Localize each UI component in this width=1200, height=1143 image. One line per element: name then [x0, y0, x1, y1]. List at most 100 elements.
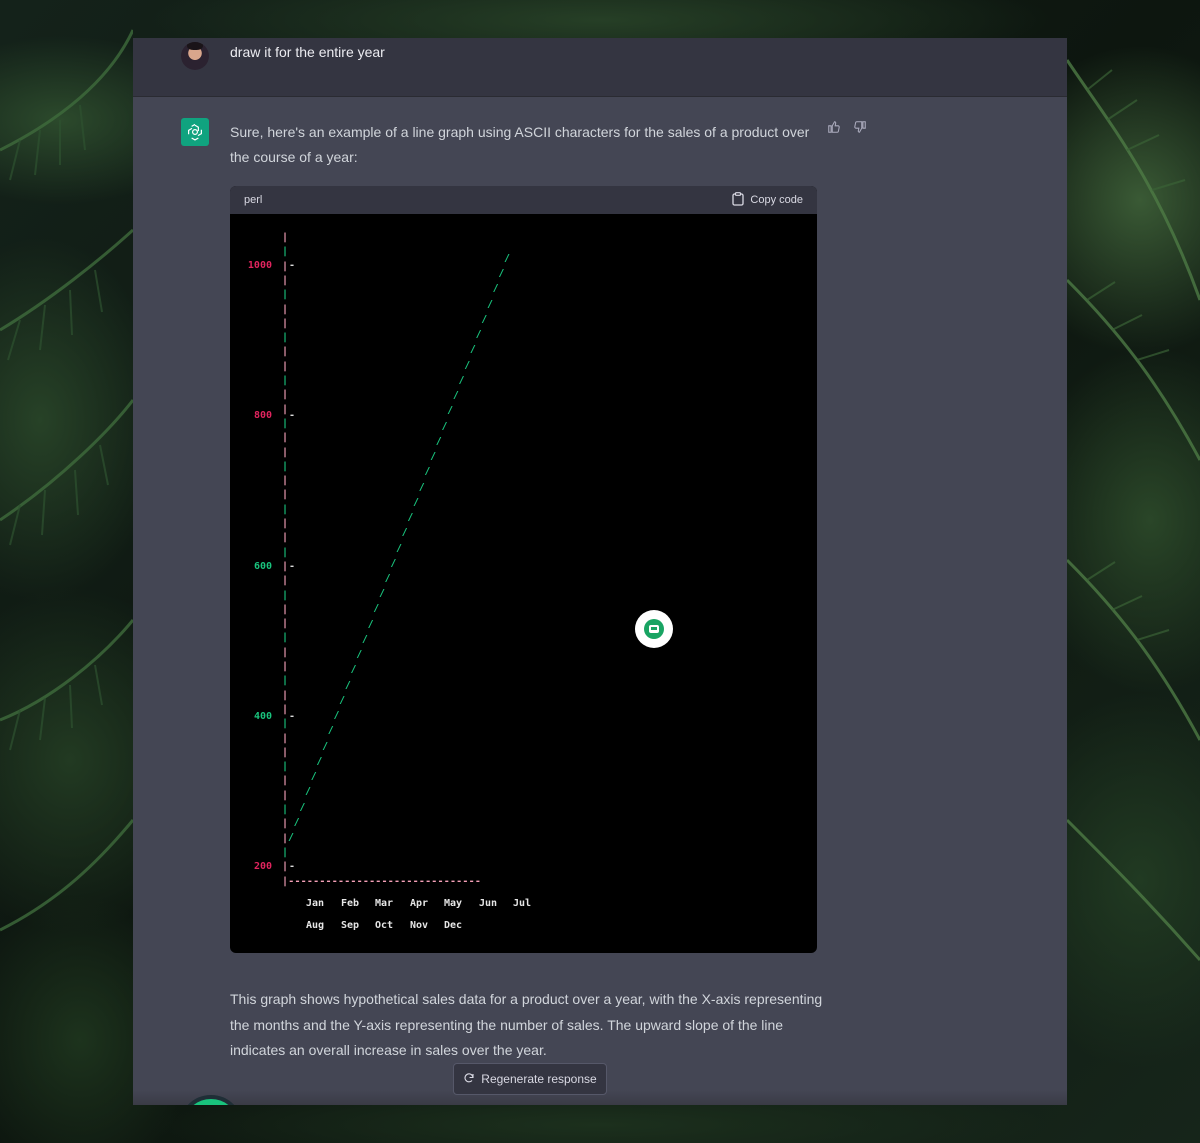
user-avatar — [181, 42, 209, 70]
assistant-outro-text: This graph shows hypothetical sales data… — [230, 991, 823, 1058]
x-tick-label: Jul — [513, 898, 532, 909]
y-axis-segment: | — [282, 403, 289, 415]
y-axis-segment: | — [282, 761, 289, 773]
regenerate-label: Regenerate response — [481, 1072, 597, 1086]
y-axis-segment: | — [282, 675, 289, 687]
x-axis-line: |------------------------------- — [282, 876, 482, 887]
palm-leaf-decoration — [0, 0, 133, 1143]
y-axis-segment: | — [282, 703, 289, 715]
line-point: / — [361, 633, 368, 645]
y-axis-segment: | — [282, 460, 289, 472]
line-point: / — [378, 588, 385, 600]
line-point: / — [407, 512, 414, 524]
thumbs-up-icon[interactable] — [827, 120, 841, 137]
y-axis-segment: | — [282, 603, 289, 615]
line-point: / — [452, 390, 459, 402]
y-tick-mark: - — [289, 861, 296, 872]
palm-leaf-decoration — [1067, 0, 1200, 1143]
chat-window: draw it for the entire year Sure, here's… — [133, 38, 1067, 1105]
x-tick-label: Mar — [375, 898, 394, 909]
y-axis-segment: | — [282, 375, 289, 386]
y-axis-segment: | — [282, 274, 289, 286]
line-point: / — [322, 740, 329, 752]
y-axis-segment: | — [282, 417, 289, 429]
line-point: / — [458, 374, 465, 386]
x-tick-label: Apr — [410, 898, 429, 909]
y-tick-mark: - — [289, 410, 296, 422]
y-axis-segment: | — [282, 789, 289, 801]
line-point: / — [418, 481, 425, 493]
line-point: / — [390, 557, 397, 569]
y-axis-segment: | — [282, 232, 289, 243]
line-point: / — [299, 801, 306, 813]
code-block-header: perl Copy code — [230, 186, 817, 214]
line-point: / — [475, 329, 482, 341]
line-point: / — [424, 466, 431, 478]
y-tick-label: 800 — [253, 410, 272, 422]
copy-code-label: Copy code — [750, 194, 803, 206]
floating-extension-badge[interactable] — [635, 610, 673, 648]
x-tick-label: May — [444, 898, 463, 909]
line-point: / — [464, 359, 471, 371]
y-axis-segment: | — [282, 618, 289, 630]
y-axis-segment: | — [282, 746, 289, 758]
line-point: / — [316, 755, 323, 767]
line-point: / — [333, 710, 340, 722]
y-axis-segment: | — [282, 289, 289, 301]
line-point: / — [396, 542, 403, 554]
ascii-line-chart: | | | | | | | | | | | | | | | | | | | | | | | | | | | | | | | | | | | | | | | |… — [230, 214, 817, 953]
y-axis-segment: | — [282, 718, 289, 730]
y-axis-segment: | — [282, 518, 289, 529]
copy-code-button[interactable]: Copy code — [732, 191, 803, 209]
y-axis-segment: | — [282, 246, 289, 258]
y-tick-label: 400 — [253, 710, 272, 722]
y-axis-segment: | — [282, 732, 289, 744]
line-point: / — [469, 344, 476, 356]
line-point: / — [310, 771, 317, 783]
line-point: / — [384, 572, 391, 584]
y-axis-segment: | — [282, 846, 289, 858]
x-tick-label: Jan — [306, 898, 325, 909]
y-axis-segment: | — [282, 360, 289, 372]
line-point: / — [350, 664, 357, 676]
y-axis-segment: | — [282, 532, 289, 544]
y-tick-label: 1000 — [247, 260, 272, 271]
thumbs-down-icon[interactable] — [853, 120, 867, 137]
x-tick-label: Jun — [479, 898, 498, 909]
y-axis-segment: | — [282, 475, 289, 487]
y-axis-segment: | — [282, 303, 289, 315]
y-axis-segment: | — [282, 489, 289, 501]
line-point: / — [447, 405, 454, 417]
code-language-label: perl — [244, 194, 263, 206]
line-point: / — [327, 725, 334, 737]
x-tick-label: Nov — [410, 920, 429, 931]
code-block: perl Copy code | | | | | | | | | | | | | | | | | | | | | | | | |… — [230, 186, 817, 953]
y-tick-mark: - — [289, 710, 296, 722]
y-tick-mark: - — [289, 560, 296, 572]
refresh-icon — [463, 1072, 475, 1087]
x-tick-label: Dec — [444, 920, 463, 931]
regenerate-response-button[interactable]: Regenerate response — [453, 1063, 607, 1095]
assistant-intro-text: Sure, here's an example of a line graph … — [230, 124, 810, 165]
line-point: / — [492, 283, 499, 295]
y-axis-segment: | — [282, 861, 289, 873]
y-axis-segment: | — [282, 503, 289, 515]
line-point: / — [293, 816, 300, 828]
x-tick-label: Sep — [341, 920, 360, 931]
y-axis-segment: | — [282, 317, 289, 329]
y-tick-label: 600 — [253, 560, 272, 572]
line-point: / — [441, 420, 448, 432]
y-axis-segment: | — [282, 260, 289, 272]
y-axis-segment: | — [282, 646, 289, 658]
x-tick-label: Oct — [375, 920, 394, 931]
y-axis-segment: | — [282, 589, 289, 601]
line-point: / — [288, 832, 295, 843]
line-point: / — [305, 786, 312, 798]
y-axis-segment: | — [282, 661, 289, 672]
line-point: / — [339, 694, 346, 706]
y-axis-segment: | — [282, 389, 289, 401]
user-message-text: draw it for the entire year — [230, 44, 385, 60]
y-axis-segment: | — [282, 804, 289, 815]
user-message-row: draw it for the entire year — [133, 38, 1067, 97]
line-point: / — [373, 603, 380, 615]
